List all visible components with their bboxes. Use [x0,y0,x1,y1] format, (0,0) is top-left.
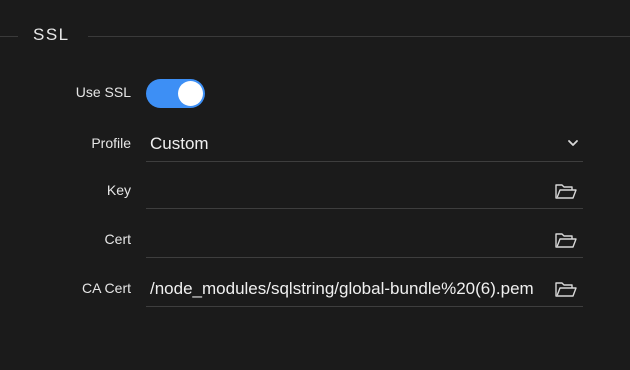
key-field[interactable] [146,174,583,209]
ssl-settings-panel: SSL Use SSL Profile Custom Key Cert CA C… [0,0,630,370]
profile-row: Profile Custom [0,127,630,162]
ca-cert-label: CA Cert [81,280,131,296]
divider [88,36,630,37]
section-header: SSL [0,22,630,50]
folder-open-icon[interactable] [554,181,578,201]
ca-cert-value: /node_modules/sqlstring/global-bundle%20… [150,279,534,298]
toggle-knob [178,81,203,106]
profile-label: Profile [91,135,131,151]
folder-open-icon[interactable] [554,230,578,250]
profile-select[interactable]: Custom [146,127,583,162]
cert-row: Cert [0,223,630,258]
use-ssl-toggle[interactable] [146,79,205,108]
cert-label: Cert [104,231,131,247]
folder-open-icon[interactable] [554,279,578,299]
profile-value: Custom [150,134,209,153]
ca-cert-field[interactable]: /node_modules/sqlstring/global-bundle%20… [146,272,583,307]
cert-field[interactable] [146,223,583,258]
key-label: Key [106,182,131,198]
use-ssl-row: Use SSL [0,76,630,110]
key-row: Key [0,174,630,209]
divider [0,36,18,37]
ca-cert-row: CA Cert /node_modules/sqlstring/global-b… [0,272,630,307]
use-ssl-label: Use SSL [75,84,131,100]
chevron-down-icon [568,140,578,146]
section-title: SSL [33,25,70,44]
